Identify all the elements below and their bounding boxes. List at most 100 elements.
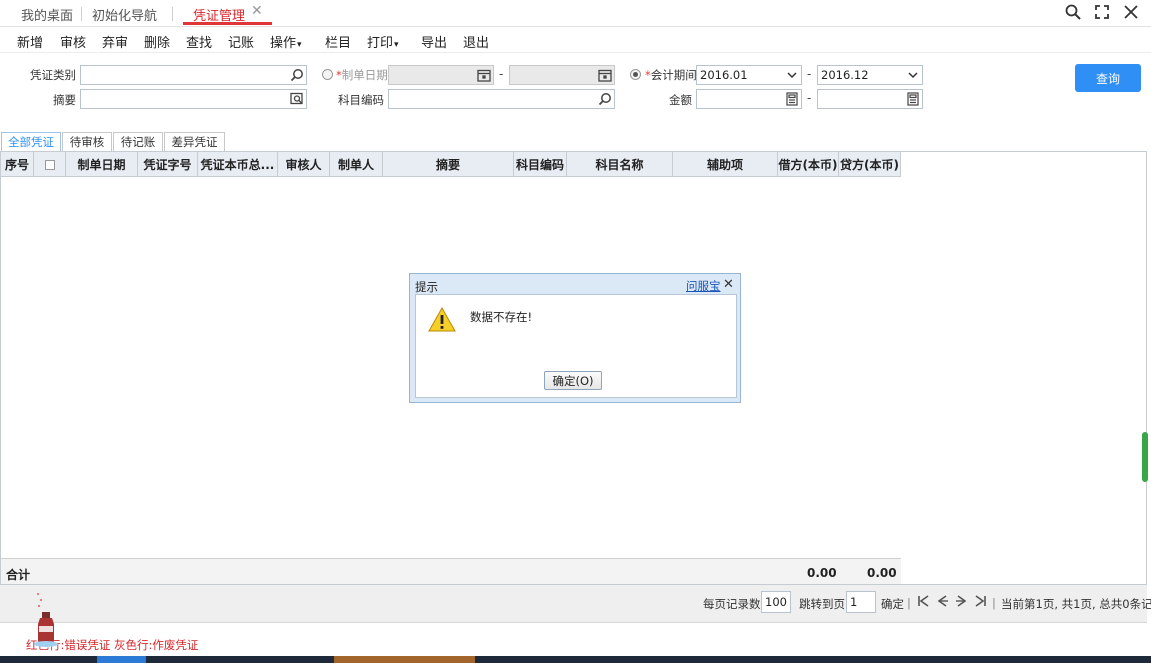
col-voucher-total[interactable]: 凭证本币总... — [198, 152, 278, 177]
col-debit[interactable]: 借方(本币) — [778, 152, 839, 177]
pager-status: 当前第1页, 共1页, 总共0条记录 — [1001, 597, 1151, 611]
dialog-message: 数据不存在! — [470, 310, 533, 324]
add-button[interactable]: 新增 — [17, 32, 43, 51]
exit-button[interactable]: 退出 — [463, 32, 489, 51]
subtab-pending-audit[interactable]: 待审核 — [62, 132, 112, 151]
period-to-select[interactable]: 2016.12 — [817, 65, 923, 85]
taskbar-app[interactable] — [334, 656, 475, 663]
col-auxiliary[interactable]: 辅助项 — [673, 152, 778, 177]
lookup-icon[interactable] — [290, 92, 304, 106]
pager-divider: | — [907, 596, 911, 610]
amount-from-input[interactable] — [696, 89, 802, 109]
close-icon[interactable] — [1120, 2, 1142, 22]
tab-init-guide[interactable]: 初始化导航 — [92, 5, 157, 24]
post-button[interactable]: 记账 — [228, 32, 254, 51]
total-row: 合计 0.00 0.00 — [1, 558, 901, 584]
taskbar-app[interactable] — [97, 656, 146, 663]
tab-close-icon[interactable]: ✕ — [251, 3, 263, 19]
first-page-icon[interactable] — [917, 594, 930, 608]
voucher-type-label: 凭证类别 — [30, 68, 76, 82]
calculator-icon[interactable] — [906, 92, 920, 106]
find-button[interactable]: 查找 — [186, 32, 212, 51]
taskbar — [0, 656, 1151, 663]
pager-divider: | — [992, 596, 996, 610]
summary-input[interactable] — [80, 89, 307, 109]
audit-button[interactable]: 审核 — [60, 32, 86, 51]
columns-button[interactable]: 栏目 — [325, 32, 351, 51]
period-from-select[interactable]: 2016.01 — [696, 65, 802, 85]
jump-confirm-button[interactable]: 确定 — [881, 596, 904, 612]
account-code-label: 科目编码 — [338, 93, 384, 107]
active-tab-indicator — [183, 22, 272, 25]
calendar-icon[interactable] — [477, 68, 491, 82]
col-auditor[interactable]: 审核人 — [278, 152, 330, 177]
chevron-down-icon — [787, 72, 797, 79]
col-credit[interactable]: 贷方(本币) — [839, 152, 901, 177]
create-date-label: *制单日期 — [336, 67, 388, 83]
prev-page-icon[interactable] — [936, 594, 949, 608]
unaudit-button[interactable]: 弃审 — [102, 32, 128, 51]
dialog-title: 提示 — [415, 280, 438, 294]
col-account-code[interactable]: 科目编码 — [514, 152, 567, 177]
voucher-type-input[interactable] — [80, 65, 307, 85]
create-date-to[interactable] — [509, 65, 615, 85]
operations-menu[interactable]: 操作▾ — [270, 32, 302, 51]
export-button[interactable]: 导出 — [421, 32, 447, 51]
delete-button[interactable]: 删除 — [144, 32, 170, 51]
col-voucher-no[interactable]: 凭证字号 — [138, 152, 198, 177]
col-index[interactable]: 序号 — [1, 152, 34, 177]
period-to-value: 2016.12 — [821, 68, 869, 82]
subtab-all-vouchers[interactable]: 全部凭证 — [1, 132, 61, 151]
col-select-all[interactable] — [34, 152, 66, 177]
select-all-checkbox[interactable] — [44, 159, 55, 170]
dialog-close-icon[interactable]: ✕ — [723, 277, 734, 292]
col-creator[interactable]: 制单人 — [330, 152, 383, 177]
search-icon[interactable] — [1062, 2, 1084, 22]
mascot-bottle-icon[interactable] — [34, 590, 64, 648]
alert-dialog: 提示 问服宝 ✕ 数据不存在! 确定(O) — [409, 273, 741, 403]
create-date-radio[interactable] — [322, 69, 333, 80]
total-credit: 0.00 — [867, 566, 897, 580]
range-separator: - — [499, 67, 504, 81]
grid-header: 序号 制单日期 凭证字号 凭证本币总... 审核人 制单人 摘要 科目编码 科目… — [1, 152, 901, 177]
amount-to-input[interactable] — [817, 89, 923, 109]
next-page-icon[interactable] — [955, 594, 968, 608]
period-from-value: 2016.01 — [700, 68, 748, 82]
last-page-icon[interactable] — [974, 594, 987, 608]
tab-separator — [81, 7, 82, 21]
print-menu[interactable]: 打印▾ — [367, 32, 399, 51]
per-page-input[interactable]: 100 — [761, 591, 791, 613]
account-code-input[interactable] — [388, 89, 615, 109]
range-separator: - — [807, 67, 812, 81]
help-link[interactable]: 问服宝 — [686, 278, 721, 294]
col-account-name[interactable]: 科目名称 — [567, 152, 673, 177]
calculator-icon[interactable] — [785, 92, 799, 106]
calendar-icon[interactable] — [598, 68, 612, 82]
tab-separator — [172, 7, 173, 21]
period-radio[interactable] — [630, 69, 641, 80]
chevron-down-icon — [908, 72, 918, 79]
scrollbar-handle[interactable] — [1142, 432, 1148, 482]
range-separator: - — [807, 91, 812, 105]
pager: 每页记录数 100 跳转到页 1 确定 | | 当前第1页, 共1页, 总共0条… — [0, 585, 1151, 623]
search-icon[interactable] — [598, 92, 612, 106]
ok-button[interactable]: 确定(O) — [544, 371, 602, 390]
tab-bar: 我的桌面 初始化导航 凭证管理 ✕ — [0, 0, 1151, 27]
create-date-text: 制单日期 — [341, 68, 388, 82]
maximize-icon[interactable] — [1091, 2, 1113, 22]
jump-to-label: 跳转到页 — [799, 597, 845, 611]
toolbar: 新增 审核 弃审 删除 查找 记账 操作▾ 栏目 打印▾ 导出 退出 — [0, 27, 1151, 53]
per-page-label: 每页记录数 — [703, 597, 761, 611]
chevron-down-icon: ▾ — [394, 40, 399, 50]
col-create-date[interactable]: 制单日期 — [66, 152, 138, 177]
search-icon[interactable] — [290, 68, 304, 82]
subtab-difference-vouchers[interactable]: 差异凭证 — [164, 132, 225, 151]
summary-label: 摘要 — [53, 93, 76, 107]
subtab-pending-posting[interactable]: 待记账 — [113, 132, 163, 151]
col-summary[interactable]: 摘要 — [383, 152, 514, 177]
total-debit: 0.00 — [807, 566, 837, 580]
create-date-from[interactable] — [388, 65, 494, 85]
jump-to-input[interactable]: 1 — [846, 591, 876, 613]
query-button[interactable]: 查询 — [1075, 64, 1141, 92]
tab-my-desktop[interactable]: 我的桌面 — [21, 5, 73, 24]
